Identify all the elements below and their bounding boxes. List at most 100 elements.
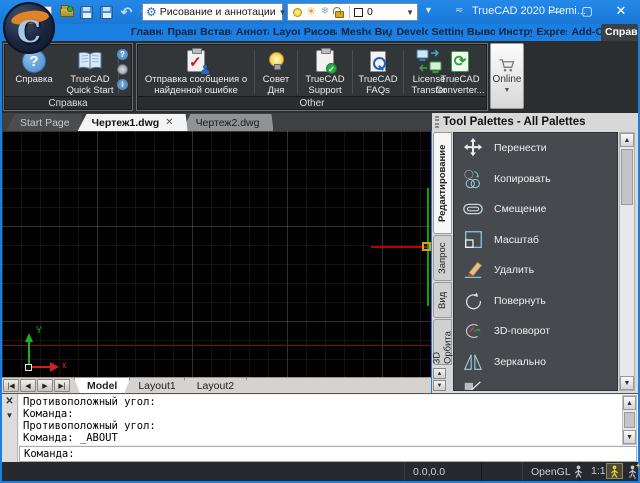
tab-meshes[interactable]: Meshes (337, 24, 371, 41)
scroll-down-icon[interactable]: ▼ (623, 430, 636, 444)
tab-layout2[interactable]: Layout2 (184, 378, 247, 393)
chevron-down-icon: ▼ (279, 8, 287, 17)
scale-icon (462, 229, 484, 251)
tab-vid[interactable]: Вид (371, 24, 393, 41)
save-as-icon[interactable] (98, 4, 115, 21)
tab-pravka[interactable]: Правка (163, 24, 196, 41)
faq-doc-icon (370, 47, 386, 75)
palette-item-copy[interactable]: Копировать (454, 164, 617, 195)
open-file-icon[interactable] (58, 4, 75, 21)
palette-tab-query[interactable]: Запрос (433, 235, 452, 281)
first-tab-button[interactable]: |◀ (3, 379, 19, 392)
palette-item-3d-rotate[interactable]: 3D-поворот (454, 316, 617, 347)
layer-freeze-icon[interactable]: ❄ (319, 6, 331, 18)
info-icon[interactable]: i (117, 79, 128, 90)
ucs-icon: Y x (20, 327, 70, 373)
truecad-logo[interactable]: C (3, 2, 55, 54)
palette-item-offset[interactable]: Смещение (454, 194, 617, 225)
maximize-button[interactable]: ▢ (574, 0, 600, 22)
annotation-scale-person-icon[interactable] (570, 464, 586, 479)
tab-risovanie[interactable]: Рисован (300, 24, 337, 41)
tab-start-page[interactable]: Start Page (6, 114, 84, 131)
scrollbar-thumb[interactable] (624, 412, 635, 428)
resize-grip[interactable] (628, 471, 636, 479)
online-button[interactable]: Online ▼ (490, 43, 524, 109)
history-line: Противоположный угол: (23, 396, 622, 408)
help-mini-icon[interactable]: ? (117, 49, 128, 60)
tab-vyvod[interactable]: Вывод (463, 24, 495, 41)
layer-thaw-icon[interactable]: ☀ (305, 6, 317, 18)
command-history[interactable]: Противоположный угол: Команда: Противопо… (19, 395, 622, 445)
command-input[interactable]: Команда: (19, 446, 637, 462)
palette-tab-view[interactable]: Вид (433, 282, 452, 318)
minimize-button[interactable]: — (542, 0, 568, 22)
support-button[interactable]: ✓ TrueCAD Support (300, 47, 350, 96)
toolbar-dropdown-icon[interactable]: ▼ (424, 5, 433, 15)
workspace-dropdown[interactable]: ⚙ Рисование и аннотации ▼ (142, 3, 283, 21)
drag-grip-icon[interactable] (435, 116, 439, 128)
layer-on-icon[interactable] (291, 6, 303, 18)
scroll-down-icon[interactable]: ▼ (433, 380, 446, 391)
close-icon[interactable]: ✕ (5, 397, 13, 407)
tab-annotacii[interactable]: Аннотац (232, 24, 269, 41)
chevron-down-icon[interactable]: ▼ (406, 8, 414, 17)
palette-tab-3d-orbit[interactable]: 3D Орбита (433, 319, 452, 365)
panel-label-other[interactable]: Other (138, 96, 486, 109)
scroll-up-icon[interactable]: ▲ (620, 133, 634, 147)
undo-icon[interactable]: ↶ (118, 4, 135, 21)
scroll-up-icon[interactable]: ▲ (623, 396, 636, 410)
tab-express[interactable]: Express (532, 24, 567, 41)
save-icon[interactable] (78, 4, 95, 21)
send-bug-report-button[interactable]: ✓ Отправка сообщения о найденной ошибке (141, 47, 251, 96)
palette-item-partial[interactable] (454, 377, 617, 391)
web-globe-icon[interactable] (117, 64, 128, 75)
palette-header[interactable]: Tool Palettes - All Palettes (432, 113, 638, 131)
tab-layout1[interactable]: Layout1 (125, 378, 188, 393)
tab-model[interactable]: Model (74, 378, 130, 393)
chevron-down-icon[interactable]: ▼ (6, 412, 14, 420)
palette-tab-editing[interactable]: Редактирование (433, 132, 452, 234)
scroll-up-icon[interactable]: ▲ (433, 368, 446, 379)
scroll-down-icon[interactable]: ▼ (620, 376, 634, 390)
faqs-button[interactable]: TrueCAD FAQs (355, 47, 401, 96)
console-scrollbar[interactable]: ▲ ▼ (622, 395, 637, 445)
tab-spravka[interactable]: Справка (601, 24, 638, 41)
tab-settings[interactable]: Settings (428, 24, 463, 41)
palette-item-scale[interactable]: Масштаб (454, 225, 617, 256)
erase-icon (462, 259, 484, 281)
drawing-canvas[interactable]: Y x (2, 131, 431, 377)
tab-layout[interactable]: Layout (269, 24, 300, 41)
history-line: Команда: _ABOUT (23, 432, 622, 444)
tab-drawing2[interactable]: Чертеж2.dwg (182, 114, 274, 131)
close-button[interactable]: ✕ (606, 0, 636, 22)
logo-letter: C (17, 15, 41, 50)
annotation-visibility-button[interactable] (606, 463, 623, 479)
tool-palette-panel: Tool Palettes - All Palettes Редактирова… (432, 113, 638, 393)
tab-glavnaya[interactable]: Главная (127, 24, 163, 41)
layer-color-swatch[interactable] (354, 8, 363, 17)
tab-addon[interactable]: Add-On (567, 24, 601, 41)
tab-develop[interactable]: Develop (392, 24, 427, 41)
drawing1-label: Чертеж1.dwg (92, 117, 160, 129)
palette-item-rotate[interactable]: Повернуть (454, 286, 617, 317)
layer-value: 0 (365, 6, 404, 18)
next-tab-button[interactable]: ▶ (37, 379, 53, 392)
prev-tab-button[interactable]: ◀ (20, 379, 36, 392)
tab-instrumenty[interactable]: Инструм (495, 24, 533, 41)
tip-of-day-button[interactable]: Совет Дня (257, 47, 295, 96)
annotation-scale-value[interactable]: 1:1 (591, 465, 606, 477)
close-tab-icon[interactable]: ✕ (165, 117, 173, 128)
qat-customize-icon[interactable]: ≂ (455, 5, 464, 16)
palette-scrollbar[interactable]: ▲ ▼ (619, 132, 635, 391)
last-tab-button[interactable]: ▶| (54, 379, 70, 392)
tab-vstavka[interactable]: Вставка (196, 24, 232, 41)
panel-label-help[interactable]: Справка (5, 96, 131, 109)
palette-item-mirror[interactable]: Зеркально (454, 347, 617, 378)
scrollbar-thumb[interactable] (621, 149, 633, 205)
palette-item-move[interactable]: Перенести (454, 133, 617, 164)
faqs-label: TrueCAD FAQs (355, 75, 401, 96)
tab-drawing1[interactable]: Чертеж1.dwg ✕ (78, 114, 188, 131)
layer-unlock-icon[interactable] (333, 6, 345, 18)
palette-item-erase[interactable]: Удалить (454, 255, 617, 286)
converter-button[interactable]: ⟳ TrueCAD Converter... (433, 47, 487, 96)
